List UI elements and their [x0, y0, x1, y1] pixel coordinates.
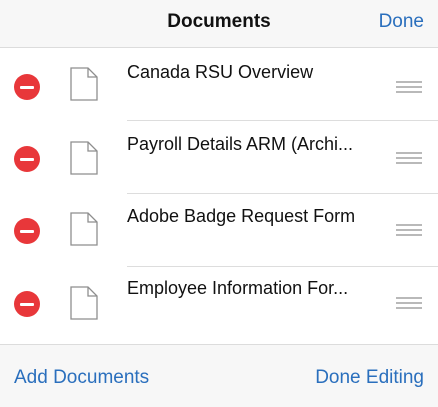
delete-icon[interactable] — [14, 218, 40, 244]
document-icon — [70, 67, 98, 101]
reorder-handle-icon[interactable] — [396, 224, 422, 236]
reorder-handle-icon[interactable] — [396, 297, 422, 309]
navigation-bar: Documents Done — [0, 0, 438, 48]
document-name: Employee Information For... — [127, 278, 349, 298]
document-icon — [70, 212, 98, 246]
delete-icon[interactable] — [14, 146, 40, 172]
reorder-handle-icon[interactable] — [396, 152, 422, 164]
delete-icon[interactable] — [14, 74, 40, 100]
done-editing-button[interactable]: Done Editing — [315, 367, 424, 389]
add-documents-button[interactable]: Add Documents — [14, 367, 149, 389]
document-icon — [70, 286, 98, 320]
reorder-handle-icon[interactable] — [396, 81, 422, 93]
delete-icon[interactable] — [14, 291, 40, 317]
page-title: Documents — [167, 11, 271, 32]
bottom-toolbar: Add Documents Done Editing — [0, 344, 438, 407]
document-name: Adobe Badge Request Form — [127, 206, 356, 226]
document-name: Canada RSU Overview — [127, 62, 314, 82]
list-item: Employee Information For... — [0, 267, 438, 340]
list-item: Canada RSU Overview — [0, 48, 438, 121]
document-icon — [70, 141, 98, 175]
documents-editor: Documents Done Canada RSU Overview Payro… — [0, 0, 438, 407]
document-name: Payroll Details ARM (Archi... — [127, 134, 354, 154]
list-item: Payroll Details ARM (Archi... — [0, 121, 438, 194]
done-button[interactable]: Done — [379, 11, 424, 33]
list-item: Adobe Badge Request Form — [0, 194, 438, 267]
document-list: Canada RSU Overview Payroll Details ARM … — [0, 48, 438, 344]
